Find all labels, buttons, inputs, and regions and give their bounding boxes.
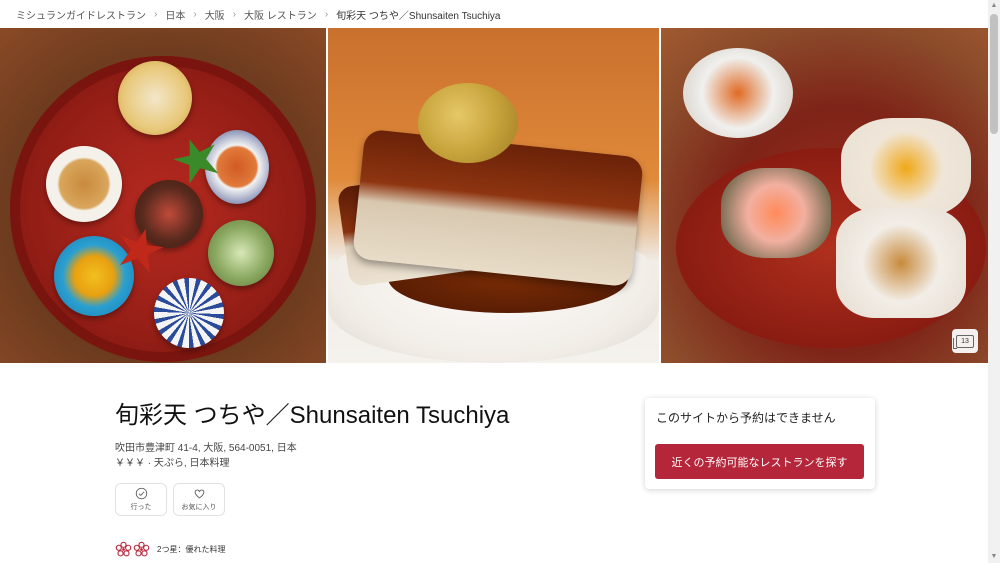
scroll-up-arrow-icon[interactable]: ▲ — [988, 0, 1000, 12]
vertical-scrollbar[interactable]: ▲ ▼ — [988, 0, 1000, 563]
favorite-label: お気に入り — [181, 504, 217, 511]
breadcrumb-current: 旬彩天 つちや／Shunsaiten Tsuchiya — [336, 10, 501, 22]
dish — [208, 220, 274, 286]
breadcrumb-osaka-restaurants[interactable]: 大阪 レストラン — [244, 7, 317, 22]
breadcrumb-separator: › — [154, 8, 158, 20]
garnish — [418, 83, 519, 163]
dish — [682, 48, 793, 138]
booking-unavailable-message: このサイトから予約はできません — [656, 411, 836, 425]
gallery-photo-appetizer-tray[interactable] — [0, 28, 327, 363]
favorite-button[interactable]: お気に入り — [173, 483, 225, 516]
photo-gallery: 13 — [0, 28, 988, 363]
scroll-down-arrow-icon[interactable]: ▼ — [988, 551, 1000, 563]
dish — [720, 168, 831, 258]
breadcrumb-separator: › — [193, 8, 197, 20]
dish — [46, 146, 122, 222]
award-description: 2つ星：優れた料理 — [157, 545, 226, 554]
breadcrumb: ミシュランガイドレストラン › 日本 › 大阪 › 大阪 レストラン › 旬彩天… — [16, 0, 500, 28]
booking-card: このサイトから予約はできません 近くの予約可能なレストランを探す — [645, 398, 875, 489]
breadcrumb-japan[interactable]: 日本 — [165, 7, 185, 22]
michelin-star-icon — [115, 541, 132, 557]
dish — [54, 236, 134, 316]
action-buttons: 行った お気に入り — [115, 483, 225, 516]
visited-button[interactable]: 行った — [115, 483, 167, 516]
dish — [118, 61, 192, 135]
michelin-award: 2つ星：優れた料理 — [115, 541, 225, 558]
dish — [840, 118, 971, 218]
photo-gallery-icon: 13 — [953, 334, 974, 349]
restaurant-name: 旬彩天 つちや／Shunsaiten Tsuchiya — [115, 402, 510, 429]
photo-gallery-button[interactable]: 13 — [952, 329, 978, 353]
breadcrumb-osaka[interactable]: 大阪 — [205, 7, 225, 22]
find-nearby-restaurants-button[interactable]: 近くの予約可能なレストランを探す — [655, 444, 864, 479]
check-circle-icon — [135, 487, 147, 500]
scrollbar-thumb[interactable] — [990, 14, 998, 134]
visited-label: 行った — [130, 504, 152, 511]
gallery-photo-assorted-dishes[interactable]: 13 — [660, 28, 988, 363]
restaurant-price-cuisine: ￥￥￥ · 天ぷら, 日本料理 — [115, 458, 230, 469]
breadcrumb-separator: › — [232, 8, 237, 20]
heart-icon — [194, 489, 204, 499]
dish — [205, 130, 269, 204]
photo-count: 13 — [961, 337, 969, 345]
restaurant-address: 吹田市豊津町 41-4, 大阪, 564-0051, 日本 — [115, 443, 297, 454]
gallery-photo-tempura[interactable] — [328, 28, 659, 363]
michelin-star-icon — [133, 541, 150, 557]
dish — [154, 278, 224, 348]
dish — [835, 208, 966, 318]
breadcrumb-separator: › — [324, 8, 329, 20]
breadcrumb-michelin-guide[interactable]: ミシュランガイドレストラン — [16, 7, 146, 22]
